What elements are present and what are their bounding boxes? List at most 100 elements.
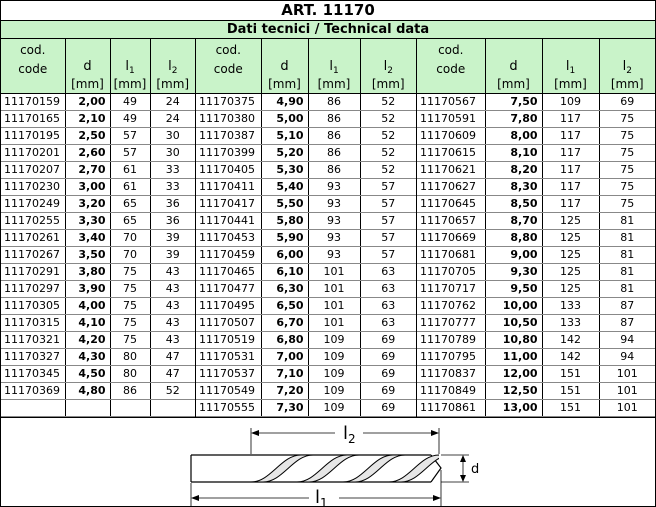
header-code-en: code — [436, 62, 466, 76]
cell-diameter: 8,30 — [485, 178, 543, 196]
table-row: 11170291 3,80 75 43 — [1, 263, 195, 281]
cell-l1: 151 — [542, 365, 600, 383]
cell-l1: 125 — [542, 212, 600, 230]
cell-diameter: 8,70 — [485, 212, 543, 230]
cell-diameter: 5,30 — [261, 161, 309, 179]
cell-diameter: 4,50 — [65, 365, 111, 383]
table-row: 11170645 8,50 117 75 — [417, 195, 655, 213]
cell-code: 11170777 — [417, 314, 486, 332]
table-row: 11170591 7,80 117 75 — [417, 110, 655, 128]
cell-diameter: 3,30 — [65, 212, 111, 230]
table-row: 11170861 13,00 151 101 — [417, 399, 655, 417]
cell-code: 11170627 — [417, 178, 486, 196]
cell-l2: 43 — [150, 331, 195, 349]
table-block-1: cod. code d [mm] l1 [mm] l2 [mm] 11170159 2,00 49 2… — [1, 39, 196, 417]
header-l1-label: l1 — [111, 59, 150, 79]
cell-l1: 61 — [110, 178, 151, 196]
cell-l1: 117 — [542, 195, 600, 213]
header-d: d [mm] — [485, 39, 543, 94]
cell-code: 11170230 — [1, 178, 66, 196]
cell-code: 11170261 — [1, 229, 66, 247]
table-row: 11170537 7,10 109 69 — [196, 365, 416, 383]
cell-code: 11170453 — [196, 229, 262, 247]
table-block-3: cod. code d [mm] l1 [mm] l2 [mm] 11170567 7,50 109… — [417, 39, 655, 417]
table-row: 11170657 8,70 125 81 — [417, 212, 655, 230]
header-l1-sub: 1 — [332, 66, 339, 76]
cell-code: 11170459 — [196, 246, 262, 264]
header-l1: l1 [mm] — [308, 39, 361, 94]
table-row: 11170267 3,50 70 39 — [1, 246, 195, 264]
cell-l2: 101 — [599, 399, 655, 417]
header-d: d [mm] — [65, 39, 111, 94]
cell-code: 11170291 — [1, 263, 66, 281]
cell-l1: 117 — [542, 110, 600, 128]
cell-l1: 109 — [542, 93, 600, 111]
cell-l1: 86 — [308, 93, 361, 111]
cell-l2: 75 — [599, 195, 655, 213]
cell-l2: 94 — [599, 348, 655, 366]
cell-code: 11170645 — [417, 195, 486, 213]
header-d-unit: [mm] — [71, 77, 104, 91]
cell-l2: 24 — [150, 110, 195, 128]
cell-l1: 75 — [110, 297, 151, 315]
header-code-it: cod. — [20, 43, 46, 57]
table-row: 11170789 10,80 142 94 — [417, 331, 655, 349]
cell-l2: 101 — [599, 382, 655, 400]
table-row: 11170417 5,50 93 57 — [196, 195, 416, 213]
cell-l1: 151 — [542, 399, 600, 417]
cell-l1: 80 — [110, 365, 151, 383]
cell-code — [1, 399, 66, 417]
cell-diameter: 7,50 — [485, 93, 543, 111]
header-row: cod. code d [mm] l1 [mm] l2 [mm] — [196, 39, 416, 94]
cell-l2: 47 — [150, 348, 195, 366]
header-l2-sub: 2 — [626, 66, 632, 76]
cell-l1: 93 — [308, 246, 361, 264]
cell-code: 11170249 — [1, 195, 66, 213]
cell-diameter: 6,00 — [261, 246, 309, 264]
l2-arrow-left — [251, 430, 259, 436]
cell-diameter: 5,80 — [261, 212, 309, 230]
table-block-2: cod. code d [mm] l1 [mm] l2 [mm] 11170375 4,90 86 5… — [196, 39, 417, 417]
header-l1: l1 [mm] — [110, 39, 151, 94]
drill-diagram-area: l2 d l1 — [1, 417, 655, 507]
cell-diameter: 8,80 — [485, 229, 543, 247]
table-row — [1, 399, 195, 417]
cell-l2: 57 — [360, 246, 416, 264]
table-row: 11170405 5,30 86 52 — [196, 161, 416, 179]
cell-diameter: 12,00 — [485, 365, 543, 383]
cell-l2: 81 — [599, 263, 655, 281]
cell-code: 11170327 — [1, 348, 66, 366]
table-row: 11170195 2,50 57 30 — [1, 127, 195, 145]
cell-l2: 43 — [150, 314, 195, 332]
table-row: 11170837 12,00 151 101 — [417, 365, 655, 383]
cell-l2: 75 — [599, 127, 655, 145]
cell-code: 11170405 — [196, 161, 262, 179]
cell-l1: 142 — [542, 331, 600, 349]
header-row: cod. code d [mm] l1 [mm] l2 [mm] — [1, 39, 195, 94]
cell-code: 11170399 — [196, 144, 262, 162]
table-row: 11170453 5,90 93 57 — [196, 229, 416, 247]
header-l1-unit: [mm] — [554, 77, 587, 91]
cell-l2: 57 — [360, 178, 416, 196]
header-code-en: code — [213, 62, 243, 76]
table-row: 11170477 6,30 101 63 — [196, 280, 416, 298]
table-row: 11170399 5,20 86 52 — [196, 144, 416, 162]
l1-arrow-right — [433, 495, 441, 501]
cell-l2: 63 — [360, 280, 416, 298]
header-l2: l2 [mm] — [360, 39, 416, 94]
cell-l2 — [150, 399, 195, 417]
cell-code: 11170531 — [196, 348, 262, 366]
table-row: 11170159 2,00 49 24 — [1, 93, 195, 111]
cell-l2: 63 — [360, 297, 416, 315]
cell-l2: 43 — [150, 280, 195, 298]
table-row: 11170249 3,20 65 36 — [1, 195, 195, 213]
table-row: 11170207 2,70 61 33 — [1, 161, 195, 179]
cell-l1: 117 — [542, 144, 600, 162]
cell-diameter: 5,10 — [261, 127, 309, 145]
drill-diagram: l2 d l1 — [190, 422, 479, 506]
cell-l1: 86 — [308, 161, 361, 179]
cell-code: 11170519 — [196, 331, 262, 349]
cell-diameter: 9,50 — [485, 280, 543, 298]
cell-l1: 75 — [110, 280, 151, 298]
cell-l2: 39 — [150, 229, 195, 247]
